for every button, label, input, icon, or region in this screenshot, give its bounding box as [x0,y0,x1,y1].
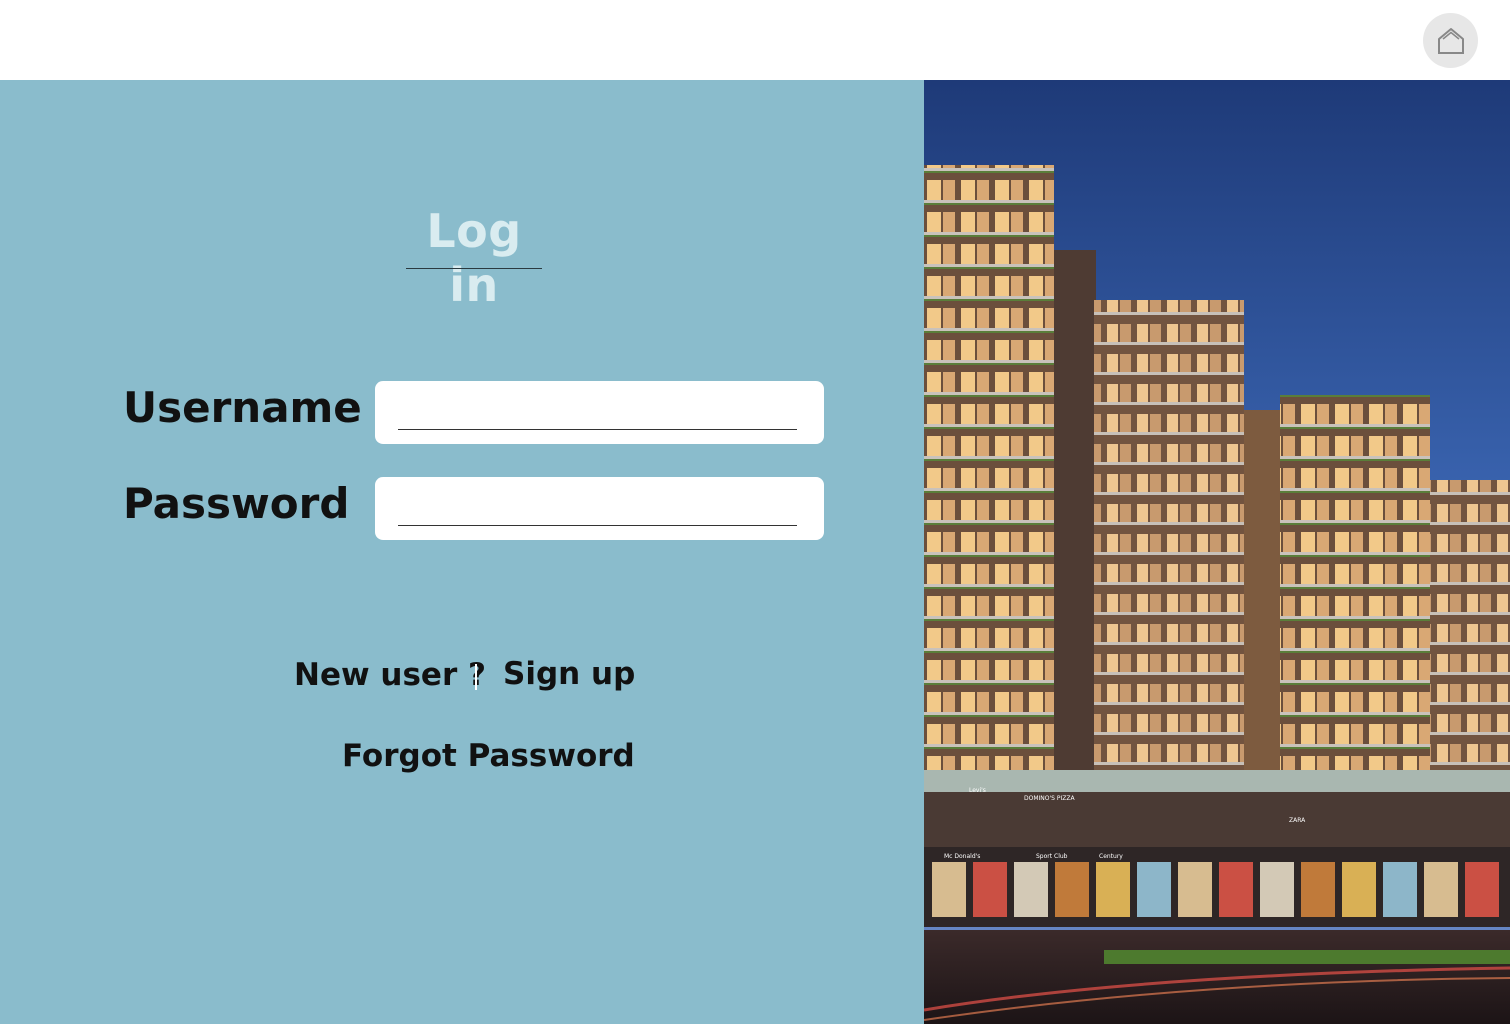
sign-up-link[interactable]: Sign up [503,656,635,692]
title-underline [406,268,542,269]
shop-window [1014,862,1048,917]
retail-ground [924,847,1510,927]
new-user-text: New user ? [294,657,487,693]
password-label: Password : [123,479,396,528]
shop-window [1465,862,1499,917]
login-panel: Log in Username : Password : New user ? … [0,80,924,1024]
shop-sign: ZARA [1289,817,1306,824]
tower-2-side [1244,410,1280,790]
shop-window [1301,862,1335,917]
shop-window [1096,862,1130,917]
shop-sign: Mc Donald's [944,853,980,860]
username-input[interactable] [398,389,797,430]
shop-window [1219,862,1253,917]
shop-window [1055,862,1089,917]
shop-window [973,862,1007,917]
shop-window [1383,862,1417,917]
shop-sign: Levi's [969,787,986,794]
shop-window [1178,862,1212,917]
tower-1-core [1054,250,1096,785]
tower-2 [1094,300,1244,790]
shop-sign: Sport Club [1036,853,1068,860]
password-field-box [375,477,824,540]
shop-window [1424,862,1458,917]
home-button[interactable] [1423,13,1478,68]
tower-3 [1280,395,1430,795]
username-label: Username : [123,383,394,432]
shop-window [932,862,966,917]
road [924,930,1510,1024]
tower-4 [1430,480,1510,795]
shop-window [1342,862,1376,917]
podium-railing [924,770,1510,792]
hedge [1104,950,1510,964]
retail-upper [924,792,1510,847]
link-separator [475,664,477,690]
tower-1 [924,165,1054,785]
shop-sign: Century [1099,853,1123,860]
shop-sign: DOMINO'S PIZZA [1024,795,1075,802]
home-icon [1437,27,1464,54]
shop-window [1260,862,1294,917]
forgot-password-link[interactable]: Forgot Password [342,738,635,774]
hero-image: DOMINO'S PIZZA Mc Donald's Sport Club Centu… [924,80,1510,1024]
password-input[interactable] [398,485,797,526]
login-title: Log in [426,204,522,312]
username-field-box [375,381,824,444]
top-bar [0,0,1510,80]
building-illustration: DOMINO'S PIZZA Mc Donald's Sport Club Centu… [924,80,1510,1024]
shop-window [1137,862,1171,917]
